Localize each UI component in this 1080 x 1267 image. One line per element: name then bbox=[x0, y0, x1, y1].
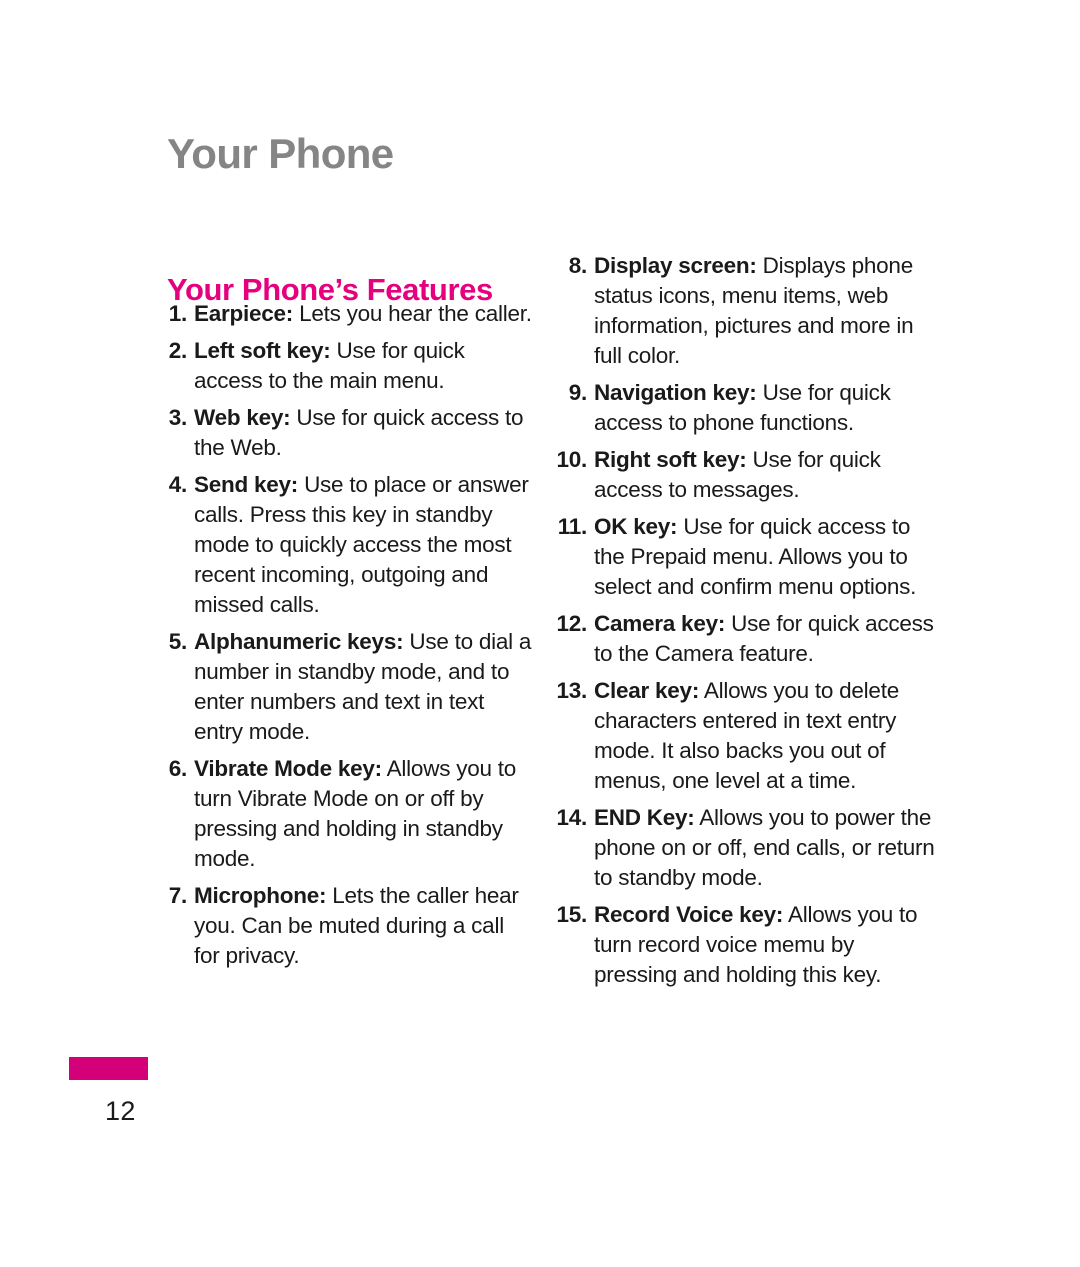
list-item: 5. Alphanumeric keys: Use to dial a numb… bbox=[165, 627, 535, 747]
list-item: 3. Web key: Use for quick access to the … bbox=[165, 403, 535, 463]
list-item-number: 2. bbox=[168, 338, 188, 363]
list-item-number: 5. bbox=[168, 629, 188, 654]
list-item-term: Alphanumeric keys: bbox=[194, 629, 404, 654]
list-item-body: Camera key: Use for quick access to the … bbox=[594, 609, 938, 669]
list-item: 1. Earpiece: Lets you hear the caller. bbox=[165, 299, 535, 329]
list-item-term: Record Voice key: bbox=[594, 902, 784, 927]
list-item-body: Clear key: Allows you to delete characte… bbox=[594, 676, 938, 796]
page-number: 12 bbox=[105, 1096, 136, 1126]
list-item-body: Left soft key: Use for quick access to t… bbox=[194, 336, 535, 396]
list-item-term: END Key: bbox=[594, 805, 695, 830]
list-item: 13. Clear key: Allows you to delete char… bbox=[553, 676, 938, 796]
list-item-number: 15. bbox=[556, 902, 587, 927]
list-item-body: Send key: Use to place or answer calls. … bbox=[194, 470, 535, 620]
list-item-number: 12. bbox=[556, 611, 587, 636]
list-item: 7. Microphone: Lets the caller hear you.… bbox=[165, 881, 535, 971]
list-item-number: 11. bbox=[557, 514, 588, 539]
list-item-term: Earpiece: bbox=[194, 301, 294, 326]
list-item-term: Navigation key: bbox=[594, 380, 757, 405]
list-item-term: Camera key: bbox=[594, 611, 726, 636]
list-item-term: Web key: bbox=[194, 405, 291, 430]
list-item-number: 13. bbox=[556, 678, 587, 703]
list-item-term: Vibrate Mode key: bbox=[194, 756, 382, 781]
list-item-number: 1. bbox=[168, 301, 188, 326]
list-item-body: END Key: Allows you to power the phone o… bbox=[594, 803, 938, 893]
list-item: 6. Vibrate Mode key: Allows you to turn … bbox=[165, 754, 535, 874]
manual-page: { "page": { "running_head": "Your Phone"… bbox=[0, 0, 1080, 1267]
running-head: Your Phone bbox=[167, 130, 394, 177]
list-item-body: Microphone: Lets the caller hear you. Ca… bbox=[194, 881, 535, 971]
list-item-body: Navigation key: Use for quick access to … bbox=[594, 378, 938, 438]
list-item-term: OK key: bbox=[594, 514, 678, 539]
footer-accent-rule bbox=[69, 1057, 148, 1080]
feature-list-left: 1. Earpiece: Lets you hear the caller. 2… bbox=[165, 299, 535, 978]
list-item: 12. Camera key: Use for quick access to … bbox=[553, 609, 938, 669]
list-item: 14. END Key: Allows you to power the pho… bbox=[553, 803, 938, 893]
feature-list-right: 8. Display screen: Displays phone status… bbox=[553, 251, 938, 997]
list-item: 11. OK key: Use for quick access to the … bbox=[553, 512, 938, 602]
list-item-number: 3. bbox=[168, 405, 188, 430]
list-item-term: Microphone: bbox=[194, 883, 327, 908]
list-item-number: 7. bbox=[168, 883, 188, 908]
list-item-number: 9. bbox=[568, 380, 588, 405]
list-item-number: 8. bbox=[568, 253, 588, 278]
list-item-number: 4. bbox=[168, 472, 188, 497]
list-item: 2. Left soft key: Use for quick access t… bbox=[165, 336, 535, 396]
list-item-number: 14. bbox=[556, 805, 587, 830]
list-item-term: Right soft key: bbox=[594, 447, 747, 472]
list-item-number: 10. bbox=[556, 447, 587, 472]
list-item: 8. Display screen: Displays phone status… bbox=[553, 251, 938, 371]
list-item: 4. Send key: Use to place or answer call… bbox=[165, 470, 535, 620]
list-item-term: Clear key: bbox=[594, 678, 700, 703]
list-item-number: 6. bbox=[168, 756, 188, 781]
list-item: 9. Navigation key: Use for quick access … bbox=[553, 378, 938, 438]
list-item: 10. Right soft key: Use for quick access… bbox=[553, 445, 938, 505]
list-item-term: Send key: bbox=[194, 472, 299, 497]
list-item-body: Vibrate Mode key: Allows you to turn Vib… bbox=[194, 754, 535, 874]
list-item-term: Left soft key: bbox=[194, 338, 331, 363]
list-item-body: Record Voice key: Allows you to turn rec… bbox=[594, 900, 938, 990]
list-item-body: OK key: Use for quick access to the Prep… bbox=[594, 512, 938, 602]
list-item-body: Web key: Use for quick access to the Web… bbox=[194, 403, 535, 463]
list-item-body: Earpiece: Lets you hear the caller. bbox=[194, 299, 535, 329]
list-item-body: Alphanumeric keys: Use to dial a number … bbox=[194, 627, 535, 747]
list-item-body: Right soft key: Use for quick access to … bbox=[594, 445, 938, 505]
list-item-body: Display screen: Displays phone status ic… bbox=[594, 251, 938, 371]
list-item: 15. Record Voice key: Allows you to turn… bbox=[553, 900, 938, 990]
list-item-description: Lets you hear the caller. bbox=[299, 301, 532, 326]
list-item-term: Display screen: bbox=[594, 253, 757, 278]
